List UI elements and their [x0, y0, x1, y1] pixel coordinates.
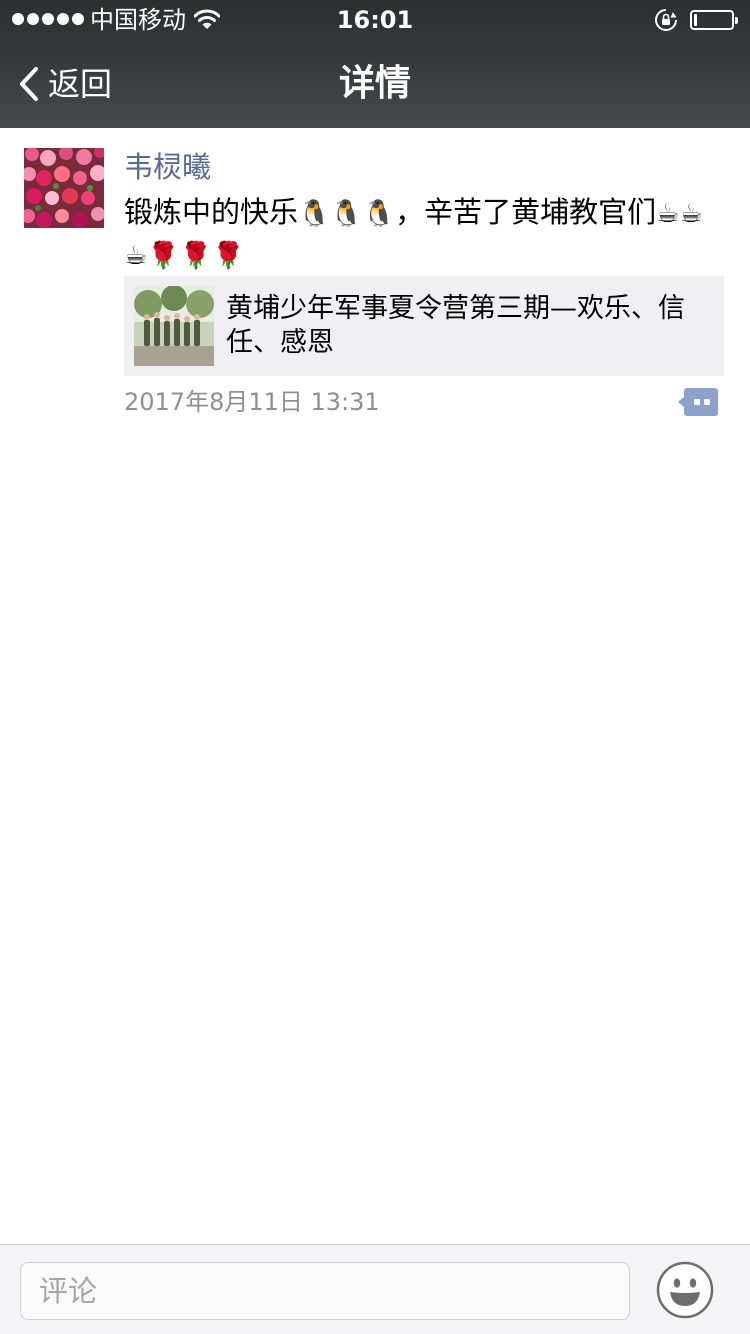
- battery-icon: [690, 10, 738, 30]
- article-thumbnail: [134, 286, 214, 366]
- battery-fill: [694, 14, 697, 26]
- status-time: 16:01: [336, 6, 414, 34]
- post-text-main: 锻炼中的快乐: [124, 195, 299, 229]
- penguin-emoji: 🐧🐧🐧: [298, 199, 396, 229]
- rose-emoji: 🌹🌹🌹: [147, 241, 245, 271]
- post-text: 锻炼中的快乐🐧🐧🐧，辛苦了黄埔教官们☕☕☕🌹🌹🌹: [124, 192, 724, 276]
- comment-input[interactable]: [20, 1262, 630, 1320]
- post-timestamp: 2017年8月11日 13:31: [124, 388, 380, 416]
- page-title: 详情: [338, 63, 411, 104]
- article-title: 黄埔少年军事夏令营第三期—欢乐、信任、感恩: [226, 293, 685, 358]
- post-text-middle: ，辛苦了黄埔教官们: [395, 195, 657, 229]
- comment-action-button[interactable]: [676, 386, 720, 418]
- comment-bubble-icon: [678, 388, 718, 416]
- shared-article-card[interactable]: 黄埔少年军事夏令营第三期—欢乐、信任、感恩: [124, 276, 724, 376]
- status-bar: 中国移动 16:01: [0, 0, 750, 40]
- avatar[interactable]: [24, 148, 104, 228]
- comment-bar: [0, 1244, 750, 1334]
- navigation-bar: 中国移动 16:01 返回 详情: [0, 0, 750, 128]
- smiley-icon: [656, 1261, 714, 1319]
- rotation-lock-icon: [654, 8, 678, 32]
- author-name[interactable]: 韦棂曦: [124, 148, 211, 186]
- emoji-button[interactable]: [656, 1261, 714, 1319]
